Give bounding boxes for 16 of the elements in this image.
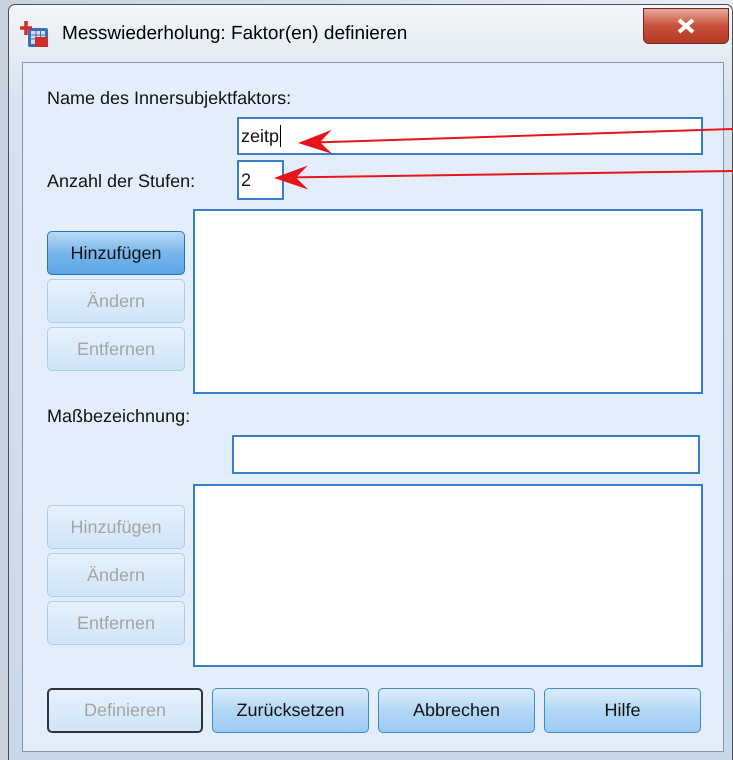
field-label: Name des Innersubjektfaktors: — [47, 88, 292, 109]
field-label: Maßbezeichnung: — [47, 406, 192, 427]
list-box[interactable] — [193, 209, 703, 394]
close-icon — [676, 18, 696, 34]
text-field[interactable]: zeitp — [237, 117, 703, 155]
app-icon — [20, 18, 50, 48]
list-box[interactable] — [193, 484, 703, 667]
dialog-button[interactable]: Hilfe — [544, 688, 701, 733]
close-button[interactable] — [643, 8, 729, 44]
dialog-button[interactable]: Abbrechen — [378, 688, 535, 733]
dialog-button[interactable]: Zurücksetzen — [212, 688, 369, 733]
field-label: Anzahl der Stufen: — [47, 171, 196, 193]
window-title: Messwiederholung: Faktor(en) definieren — [62, 22, 408, 44]
text-field[interactable] — [232, 435, 700, 474]
text-field[interactable]: 2 — [237, 160, 284, 200]
side-button[interactable]: Hinzufügen — [47, 231, 185, 275]
